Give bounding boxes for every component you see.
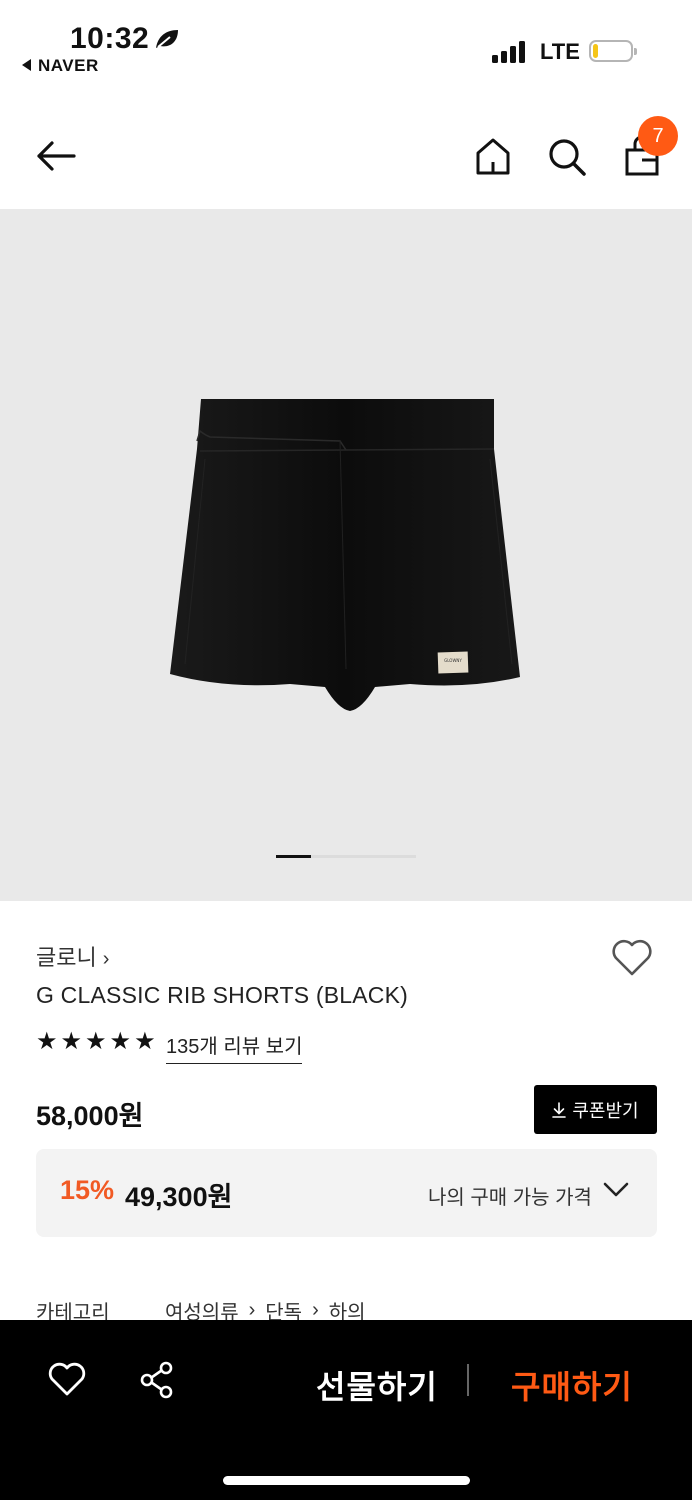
carousel-indicator: [276, 855, 416, 858]
my-price-panel[interactable]: 15% 49,300원 나의 구매 가능 가격: [36, 1149, 657, 1237]
bottom-divider: [467, 1364, 469, 1396]
gift-button[interactable]: 선물하기: [316, 1362, 438, 1408]
original-price: 58,000원: [36, 1101, 144, 1131]
status-bar: 10:32 NAVER LTE: [0, 0, 692, 96]
back-app-label: NAVER: [38, 56, 99, 75]
home-indicator: [223, 1476, 470, 1485]
garment-label-text: GLOWNY: [444, 658, 462, 663]
rating-stars: ★ ★ ★ ★ ★: [36, 1028, 156, 1056]
top-nav: [0, 112, 692, 202]
reviews-link[interactable]: 135개 리뷰 보기: [166, 1030, 303, 1064]
wishlist-heart-icon[interactable]: [610, 936, 654, 978]
product-photo: GLOWNY: [170, 399, 520, 711]
back-arrow-icon[interactable]: [34, 138, 78, 174]
share-icon[interactable]: [138, 1360, 176, 1400]
coupon-download-button[interactable]: 쿠폰받기: [534, 1085, 657, 1134]
download-icon: [552, 1101, 567, 1118]
buy-button[interactable]: 구매하기: [511, 1362, 633, 1408]
chevron-right-icon: ›: [312, 1299, 319, 1321]
my-price-label: 나의 구매 가능 가격: [428, 1187, 592, 1209]
star-icon: ★: [134, 1028, 156, 1055]
star-icon: ★: [85, 1028, 107, 1055]
star-icon: ★: [60, 1028, 83, 1055]
heart-icon[interactable]: [47, 1360, 87, 1398]
network-type: LTE: [540, 39, 580, 64]
search-icon[interactable]: [547, 137, 587, 177]
brand-name: 글로니: [36, 945, 97, 970]
cart-count-badge: 7: [638, 116, 678, 156]
carousel-indicator-active: [276, 855, 311, 858]
discount-rate: 15%: [60, 1175, 115, 1205]
coupon-label: 쿠폰받기: [572, 1100, 639, 1121]
back-triangle-icon: [22, 59, 31, 71]
chevron-right-icon: ›: [102, 948, 110, 970]
chevron-down-icon: [603, 1182, 629, 1197]
star-icon: ★: [36, 1028, 58, 1055]
status-time: 10:32: [70, 22, 150, 55]
brand-link[interactable]: 글로니 ›: [36, 940, 109, 972]
star-icon: ★: [109, 1028, 132, 1055]
discount-price: 49,300원: [125, 1182, 233, 1212]
back-to-app-link[interactable]: NAVER: [22, 56, 99, 76]
battery-icon: [589, 40, 637, 62]
chevron-right-icon: ›: [248, 1299, 256, 1321]
leaf-icon: [156, 30, 178, 48]
product-title: G CLASSIC RIB SHORTS (BLACK): [36, 982, 408, 1008]
signal-icon: [492, 41, 528, 63]
home-icon[interactable]: [474, 136, 512, 176]
product-image-carousel[interactable]: GLOWNY: [0, 209, 692, 901]
bottom-action-bar: 선물하기 구매하기: [0, 1320, 692, 1500]
